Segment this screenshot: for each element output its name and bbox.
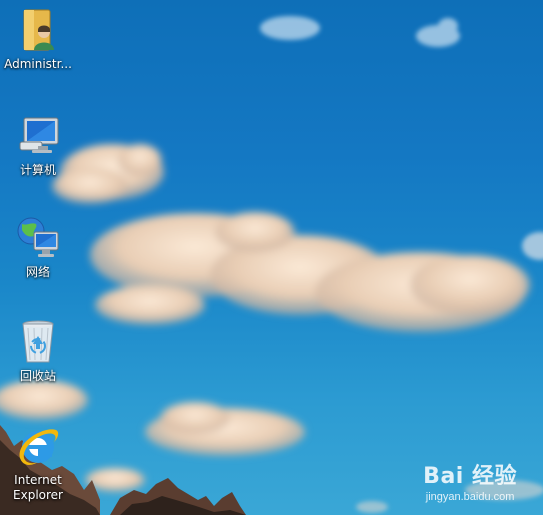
icon-label: Administr...	[4, 57, 72, 71]
watermark-url: jingyan.baidu.com	[425, 491, 515, 503]
icon-label: 网络	[25, 265, 50, 279]
recycle-bin-icon	[14, 318, 62, 366]
computer-icon	[14, 112, 62, 160]
watermark-brand: Bai 经验	[423, 464, 517, 489]
icon-label: 回收站	[19, 369, 56, 383]
icon-label: Internet Explorer	[13, 473, 63, 502]
icon-label: 计算机	[19, 163, 56, 177]
desktop-icon-internet-explorer[interactable]: Internet Explorer	[0, 422, 76, 503]
user-folder-icon	[14, 6, 62, 54]
wallpaper-image	[0, 16, 543, 515]
baidu-jingyan-watermark: Bai 经验 jingyan.baidu.com	[423, 458, 517, 503]
desktop[interactable]: Administr... 计算机 网络 回收站 Internet Explore…	[0, 0, 543, 515]
desktop-icon-computer[interactable]: 计算机	[0, 112, 76, 178]
desktop-icon-recycle-bin[interactable]: 回收站	[0, 318, 76, 384]
network-icon	[14, 214, 62, 262]
desktop-icon-administrator[interactable]: Administr...	[0, 6, 76, 72]
internet-explorer-icon	[14, 422, 62, 470]
desktop-icon-network[interactable]: 网络	[0, 214, 76, 280]
